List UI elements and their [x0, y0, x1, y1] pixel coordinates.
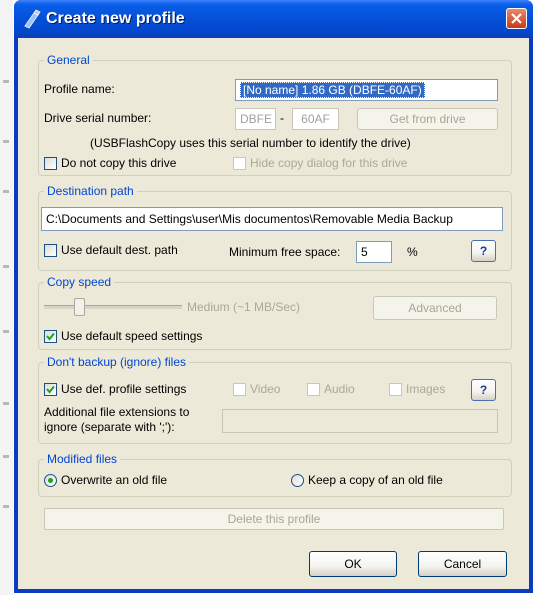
serial-part2-input[interactable]: 60AF	[292, 108, 339, 130]
hide-copy-dialog-checkbox[interactable]	[233, 157, 246, 170]
radio-selected-dot	[48, 478, 53, 483]
copy-speed-group: Copy speed Medium (~1 MB/Sec) Advanced U…	[38, 275, 512, 350]
min-free-input[interactable]: 5	[356, 241, 392, 263]
destination-legend: Destination path	[44, 184, 137, 199]
use-def-profile-label: Use def. profile settings	[61, 382, 187, 396]
use-default-dest-label: Use default dest. path	[61, 243, 178, 257]
use-default-dest-checkbox[interactable]	[44, 244, 57, 257]
profile-name-input[interactable]: [No name] 1.86 GB (DBFE-60AF)	[235, 79, 498, 101]
hide-copy-dialog-label: Hide copy dialog for this drive	[250, 156, 408, 170]
dialog-window: Create new profile General Profile name:…	[14, 0, 533, 593]
background-mark	[3, 190, 9, 193]
audio-checkbox[interactable]	[307, 383, 320, 396]
profile-name-label: Profile name:	[44, 82, 115, 96]
percent-label: %	[407, 245, 418, 259]
images-checkbox[interactable]	[389, 383, 402, 396]
extensions-label-line1: Additional file extensions to	[44, 405, 190, 419]
background-mark	[3, 455, 9, 458]
title-bar[interactable]: Create new profile	[14, 0, 533, 38]
speed-text: Medium (~1 MB/Sec)	[187, 300, 301, 314]
keep-copy-radio[interactable]	[291, 474, 304, 487]
do-not-copy-label: Do not copy this drive	[61, 156, 177, 170]
copy-speed-legend: Copy speed	[44, 275, 115, 290]
destination-path-input[interactable]: C:\Documents and Settings\user\Mis docum…	[41, 207, 503, 231]
serial-part1-input[interactable]: DBFE	[235, 108, 276, 130]
keep-copy-label: Keep a copy of an old file	[308, 473, 443, 487]
dialog-title: Create new profile	[46, 10, 185, 27]
close-button[interactable]	[506, 8, 527, 29]
use-default-speed-label: Use default speed settings	[61, 329, 203, 343]
background-mark	[3, 265, 9, 268]
usb-drive-icon	[24, 9, 41, 29]
extensions-input[interactable]	[222, 409, 498, 433]
dialog-body: General Profile name: [No name] 1.86 GB …	[18, 38, 529, 589]
profile-name-value: [No name] 1.86 GB (DBFE-60AF)	[240, 82, 425, 98]
ignore-group: Don't backup (ignore) files Use def. pro…	[38, 355, 512, 444]
do-not-copy-checkbox[interactable]	[44, 157, 57, 170]
background-mark	[3, 140, 9, 143]
ok-button[interactable]: OK	[309, 551, 397, 577]
overwrite-radio[interactable]	[44, 474, 57, 487]
modified-files-legend: Modified files	[44, 452, 121, 467]
background-mark	[3, 80, 9, 83]
use-default-speed-checkbox[interactable]	[44, 330, 57, 343]
use-def-profile-checkbox[interactable]	[44, 383, 57, 396]
destination-group: Destination path C:\Documents and Settin…	[38, 184, 512, 271]
ignore-help-button[interactable]: ?	[471, 379, 496, 401]
video-checkbox[interactable]	[233, 383, 246, 396]
overwrite-label: Overwrite an old file	[61, 473, 168, 487]
speed-slider-thumb[interactable]	[73, 298, 85, 316]
video-label: Video	[250, 382, 281, 396]
background-mark	[3, 505, 9, 508]
serial-note: (USBFlashCopy uses this serial number to…	[90, 136, 411, 150]
speed-slider-track[interactable]	[44, 305, 182, 309]
general-legend: General	[44, 53, 93, 68]
close-icon	[511, 13, 522, 24]
extensions-label-line2: ignore (separate with ';'):	[44, 420, 175, 434]
cancel-button[interactable]: Cancel	[418, 551, 507, 577]
serial-separator: -	[280, 111, 284, 125]
modified-files-group: Modified files Overwrite an old file Kee…	[38, 452, 512, 497]
general-group: General Profile name: [No name] 1.86 GB …	[38, 53, 512, 176]
check-icon	[46, 385, 55, 394]
delete-profile-button[interactable]: Delete this profile	[44, 508, 504, 530]
check-icon	[46, 332, 55, 341]
min-free-label: Minimum free space:	[229, 245, 341, 259]
background-mark	[3, 330, 9, 333]
serial-label: Drive serial number:	[44, 111, 152, 125]
destination-help-button[interactable]: ?	[471, 240, 496, 262]
images-label: Images	[406, 382, 446, 396]
audio-label: Audio	[324, 382, 355, 396]
background-strip	[0, 0, 13, 595]
ignore-legend: Don't backup (ignore) files	[44, 355, 190, 370]
background-mark	[3, 402, 9, 405]
advanced-button[interactable]: Advanced	[373, 296, 497, 320]
get-from-drive-button[interactable]: Get from drive	[357, 108, 498, 130]
